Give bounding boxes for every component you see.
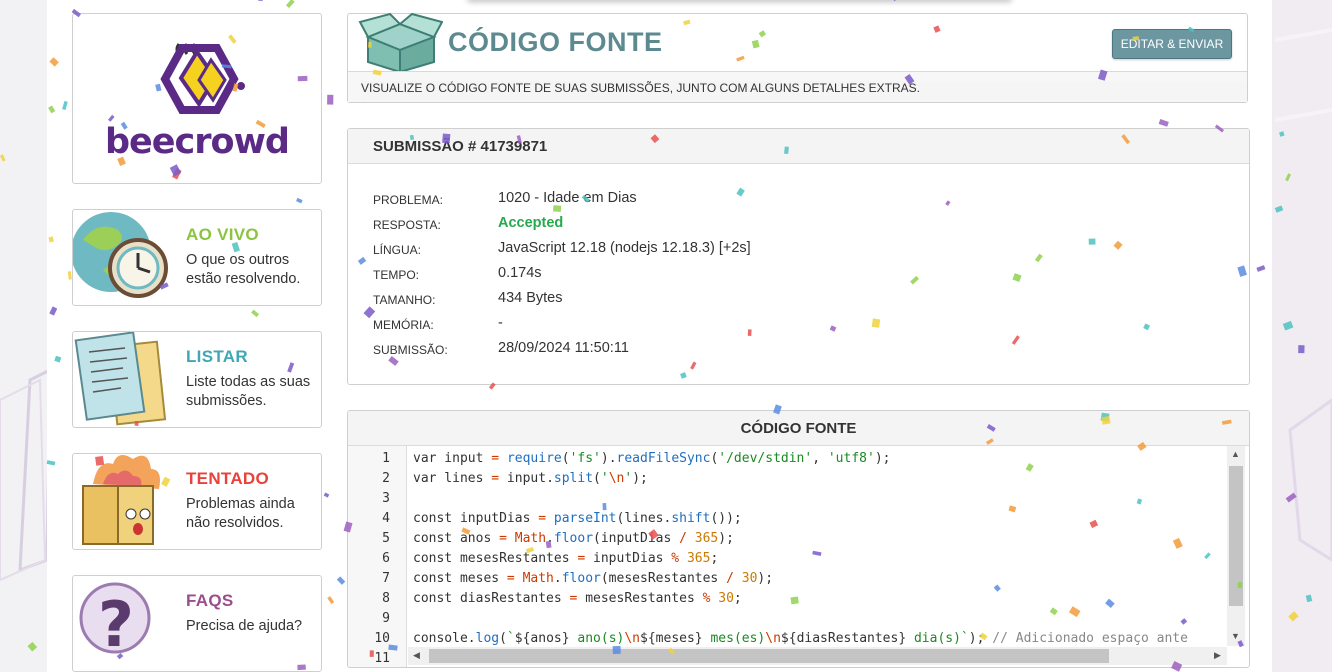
- line-number: 9: [382, 611, 390, 626]
- svg-text:?: ?: [98, 588, 134, 661]
- code-line: const diasRestantes = mesesRestantes % 3…: [413, 591, 742, 606]
- confetti-piece: [1279, 131, 1285, 137]
- vertical-scroll-thumb[interactable]: [1229, 466, 1243, 606]
- submission-header: SUBMISSÃO # 41739871: [348, 129, 1249, 164]
- detail-value: -: [498, 315, 503, 331]
- header-divider: [348, 71, 1247, 72]
- code-title: CÓDIGO FONTE: [740, 420, 857, 437]
- line-number: 5: [382, 531, 390, 546]
- line-number: 4: [382, 511, 390, 526]
- horizontal-scrollbar[interactable]: ◀ ▶: [408, 647, 1227, 665]
- vertical-scrollbar[interactable]: ▲ ▼: [1227, 446, 1245, 646]
- line-number: 8: [382, 591, 390, 606]
- page-subtitle: VISUALIZE O CÓDIGO FONTE DE SUAS SUBMISS…: [361, 81, 1247, 101]
- submission-details-panel: SUBMISSÃO # 41739871 PROBLEMA: 1020 - Id…: [347, 128, 1250, 385]
- code-line: const mesesRestantes = inputDias % 365;: [413, 551, 719, 566]
- line-number: 7: [382, 571, 390, 586]
- code-line: var input = require('fs').readFileSync('…: [413, 451, 891, 466]
- sidebar-card-desc: Precisa de ajuda?: [186, 618, 303, 634]
- source-code-header-panel: CÓDIGO FONTE EDITAR & ENVIAR VISUALIZE O…: [347, 12, 1248, 103]
- horizontal-scroll-thumb[interactable]: [429, 649, 1109, 663]
- confetti-piece: [27, 641, 38, 652]
- sidebar-card-desc: Problemas ainda não resolvidos.: [186, 496, 295, 531]
- confetti-piece: [1288, 611, 1299, 622]
- brand-logo-box[interactable]: beecrowd: [72, 13, 322, 184]
- sidebar-card-listar[interactable]: LISTAR Liste todas as suas submissões.: [72, 331, 322, 428]
- beecrowd-logo-icon: [160, 43, 245, 114]
- line-number: 3: [382, 491, 390, 506]
- sidebar-card-title: LISTAR: [186, 347, 248, 366]
- confetti-piece: [1285, 492, 1297, 503]
- scroll-up-icon[interactable]: ▲: [1231, 450, 1240, 459]
- source-code-panel: CÓDIGO FONTE 1 2 3 4 5 6 7 8 9 10 11 var input = r…: [347, 410, 1250, 668]
- code-line: const meses = Math.floor(mesesRestantes …: [413, 571, 774, 586]
- sidebar-card-title: AO VIVO: [186, 225, 259, 244]
- burning-box-icon: [82, 455, 160, 545]
- code-header: CÓDIGO FONTE: [348, 411, 1249, 446]
- detail-value: JavaScript 12.18 (nodejs 12.18.3) [+2s]: [498, 240, 751, 256]
- status-badge: Accepted: [498, 215, 564, 231]
- scroll-right-icon[interactable]: ▶: [1214, 651, 1221, 660]
- document-list-icon: [74, 332, 167, 426]
- line-number: 11: [374, 651, 390, 666]
- submission-title: SUBMISSÃO # 41739871: [373, 138, 548, 155]
- line-number: 6: [382, 551, 390, 566]
- sidebar-card-desc: Liste todas as suas submissões.: [186, 374, 311, 409]
- sidebar-card-tentado[interactable]: TENTADO Problemas ainda não resolvidos.: [72, 453, 322, 550]
- brand-logo-text: beecrowd: [105, 122, 290, 162]
- scroll-left-icon[interactable]: ◀: [413, 651, 420, 660]
- confetti-piece: [0, 154, 6, 162]
- sidebar-card-ao-vivo[interactable]: AO VIVO O que os outros estão resolvendo…: [72, 209, 322, 306]
- confetti-piece: [1305, 594, 1313, 603]
- detail-label: SUBMISSÃO:: [373, 343, 448, 357]
- open-box-icon: [358, 12, 443, 72]
- detail-label: TAMANHO:: [373, 293, 436, 307]
- edit-and-submit-button[interactable]: EDITAR & ENVIAR: [1112, 29, 1232, 59]
- sidebar-card-title: FAQS: [186, 591, 234, 610]
- sidebar-card-desc: O que os outros estão resolvendo.: [186, 252, 301, 287]
- code-editor[interactable]: var input = require('fs').readFileSync('…: [413, 446, 1227, 646]
- detail-value: 28/09/2024 11:50:11: [498, 340, 629, 356]
- sidebar-card-faqs[interactable]: ? FAQS Precisa de ajuda?: [72, 575, 322, 672]
- detail-label: MEMÓRIA:: [373, 318, 434, 332]
- globe-clock-icon: [73, 212, 168, 298]
- code-line: console.log(`${anos} ano(s)\n${meses} me…: [413, 631, 1188, 646]
- detail-label: LÍNGUA:: [373, 243, 422, 257]
- sidebar-card-title: TENTADO: [186, 469, 269, 488]
- code-line: const anos = Math.floor(inputDias / 365)…: [413, 531, 734, 546]
- code-line: const inputDias = parseInt(lines.shift()…: [413, 511, 742, 526]
- detail-label: TEMPO:: [373, 268, 420, 282]
- line-number: 10: [374, 631, 390, 646]
- confetti-piece: [1285, 173, 1292, 182]
- question-mark-icon: ?: [79, 582, 151, 661]
- scroll-down-icon[interactable]: ▼: [1231, 632, 1240, 641]
- detail-label: RESPOSTA:: [373, 218, 441, 232]
- page-title: CÓDIGO FONTE: [448, 27, 663, 57]
- line-number: 1: [382, 451, 390, 466]
- detail-label: PROBLEMA:: [373, 193, 444, 207]
- detail-value: 1020 - Idade em Dias: [498, 190, 637, 206]
- detail-value: 434 Bytes: [498, 290, 563, 306]
- confetti-piece: [1274, 205, 1284, 213]
- code-line: var lines = input.split('\n');: [413, 471, 648, 486]
- line-number: 2: [382, 471, 390, 486]
- confetti-piece: [1298, 345, 1305, 354]
- confetti-piece: [1282, 320, 1294, 331]
- line-number-gutter: 1 2 3 4 5 6 7 8 9 10 11: [348, 446, 407, 667]
- page-container: beecrowd AO VIVO O que os outros estão r…: [47, 0, 1272, 672]
- detail-value: 0.174s: [498, 265, 542, 281]
